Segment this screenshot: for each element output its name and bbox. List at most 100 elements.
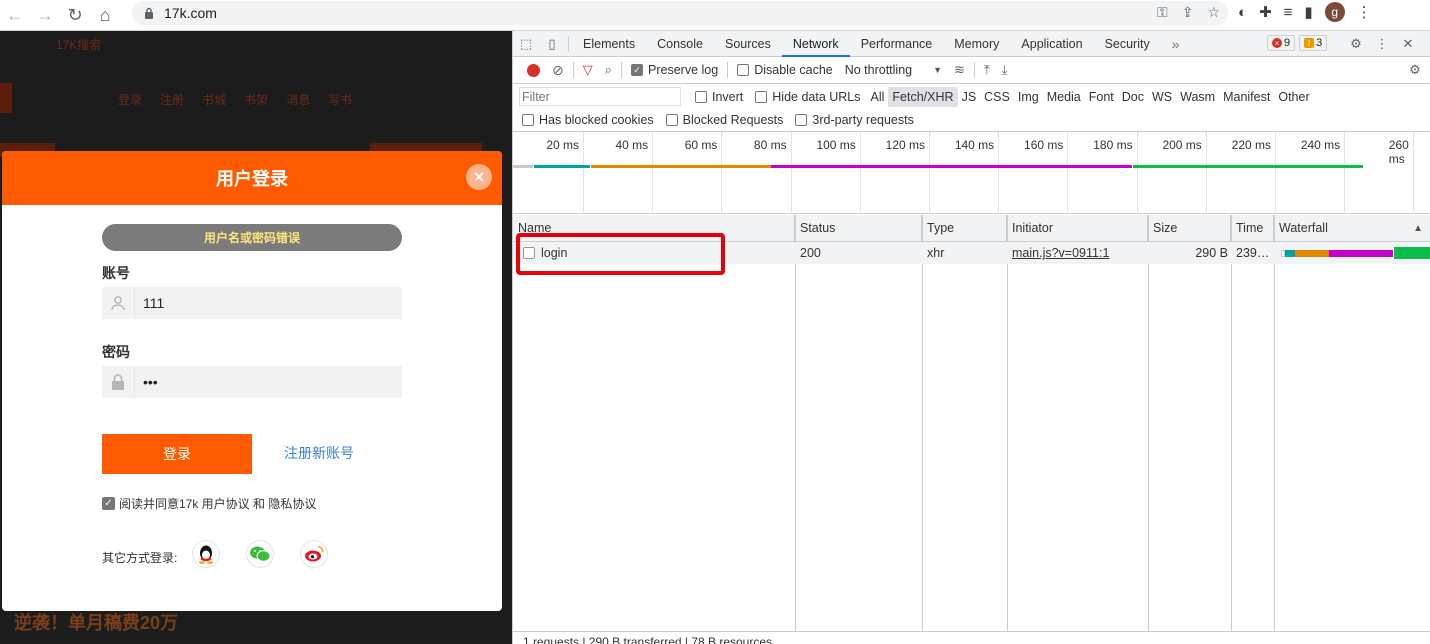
register-link[interactable]: 注册新账号 — [284, 443, 354, 463]
sort-arrow-icon: ▲ — [1413, 223, 1423, 234]
blocked-cookies-checkbox[interactable] — [522, 114, 534, 126]
request-time: 239… — [1236, 246, 1270, 260]
tab-elements[interactable]: Elements — [572, 31, 646, 57]
warning-icon: ! — [1304, 38, 1315, 48]
tab-performance[interactable]: Performance — [850, 31, 944, 57]
close-icon[interactable]: × — [466, 164, 492, 190]
timeline-gridline — [583, 132, 584, 214]
tab-console[interactable]: Console — [646, 31, 714, 57]
password-input[interactable]: ••• — [135, 374, 158, 390]
tab-memory[interactable]: Memory — [943, 31, 1010, 57]
timeline-gridline — [790, 132, 792, 214]
wechat-login-icon[interactable] — [246, 540, 274, 568]
blocked-requests-label: Blocked Requests — [682, 113, 784, 127]
type-filter-fetch-xhr[interactable]: Fetch/XHR — [888, 86, 958, 107]
settings-gear-icon[interactable]: ⚙ — [1343, 31, 1369, 57]
type-filter-other[interactable]: Other — [1274, 87, 1313, 107]
home-icon[interactable]: ⌂ — [90, 2, 120, 28]
share-icon[interactable]: ⇪ — [1182, 4, 1194, 21]
type-filter-font[interactable]: Font — [1085, 87, 1118, 107]
timeline-gridline — [1067, 132, 1069, 214]
type-filter-img[interactable]: Img — [1014, 87, 1043, 107]
side-panel-icon[interactable]: ▮ — [1304, 3, 1312, 21]
throttling-select[interactable]: No throttling ▼ — [839, 57, 948, 84]
invert-checkbox[interactable] — [695, 90, 707, 103]
throttling-value: No throttling — [844, 63, 913, 77]
record-button[interactable] — [521, 57, 546, 84]
hide-data-urls-checkbox[interactable] — [755, 90, 768, 103]
third-party-checkbox[interactable] — [795, 114, 808, 126]
reading-list-icon[interactable]: ≡ — [1284, 4, 1293, 21]
disable-cache-checkbox[interactable] — [737, 64, 750, 76]
avatar[interactable]: g — [1324, 2, 1345, 22]
filter-input[interactable]: Filter — [519, 87, 681, 106]
invert-toggle[interactable]: Invert — [689, 83, 749, 110]
type-filter-doc[interactable]: Doc — [1118, 87, 1148, 107]
blocked-requests-toggle[interactable]: Blocked Requests — [660, 107, 790, 134]
column-header-time[interactable]: Time — [1231, 215, 1274, 242]
qq-login-icon[interactable] — [192, 540, 220, 568]
preserve-log-toggle[interactable]: ✓ Preserve log — [625, 57, 724, 84]
timeline-tick-label: 220 ms — [1231, 138, 1271, 152]
timeline-overview[interactable]: 20 ms 40 ms 60 ms 80 ms 100 ms 120 ms 140 ms 16… — [513, 132, 1430, 214]
device-toolbar-icon[interactable]: ▯ — [539, 31, 565, 57]
export-har-button[interactable]: ⤓ — [996, 57, 1014, 84]
type-filter-all[interactable]: All — [867, 87, 889, 107]
address-bar[interactable]: 17k.com ⚿ ⇪ ☆ — [132, 1, 1228, 25]
tab-application[interactable]: Application — [1010, 31, 1093, 57]
devtools-tabbar: ⬚ ▯ Elements Console Sources Network Per… — [513, 31, 1430, 57]
blocked-requests-checkbox[interactable] — [665, 114, 678, 126]
more-tabs-button[interactable]: » — [1161, 31, 1191, 57]
tab-security[interactable]: Security — [1094, 31, 1161, 57]
weibo-login-icon[interactable] — [300, 540, 328, 568]
blocked-cookies-toggle[interactable]: Has blocked cookies — [522, 107, 660, 134]
extension-globe-icon[interactable]: ◐ — [1238, 4, 1247, 21]
bookmark-star-icon[interactable]: ☆ — [1207, 4, 1220, 21]
waterfall-request-segment — [1329, 250, 1393, 257]
type-filter-css[interactable]: CSS — [980, 87, 1014, 107]
agree-checkbox[interactable]: ✓ — [102, 497, 115, 510]
type-filter-ws[interactable]: WS — [1148, 87, 1176, 107]
filter-toggle-button[interactable]: ▽ — [577, 57, 599, 84]
filter-funnel-icon: ▽ — [582, 62, 593, 77]
account-input[interactable]: 111 — [135, 295, 164, 311]
import-har-button[interactable]: ⤒ — [978, 57, 996, 84]
devtools-menu-icon[interactable]: ⋮ — [1369, 31, 1395, 57]
column-header-size[interactable]: Size — [1148, 215, 1231, 242]
network-settings-gear-icon[interactable]: ⚙ — [1402, 57, 1428, 83]
third-party-toggle[interactable]: 3rd-party requests — [789, 107, 919, 134]
search-button[interactable]: ⌕ — [599, 57, 618, 84]
login-button[interactable]: 登录 — [102, 434, 252, 474]
forward-icon[interactable]: → — [30, 2, 60, 28]
tab-network[interactable]: Network — [781, 31, 850, 57]
clear-button[interactable]: ⊘ — [546, 57, 570, 84]
warning-count: 3 — [1316, 37, 1323, 49]
password-field[interactable]: ••• — [102, 366, 402, 398]
timeline-activity-bar — [591, 165, 771, 168]
account-field[interactable]: 111 — [102, 287, 402, 319]
disable-cache-toggle[interactable]: Disable cache — [731, 57, 839, 84]
key-icon[interactable]: ⚿ — [1157, 4, 1168, 21]
column-header-initiator[interactable]: Initiator — [1007, 215, 1148, 242]
tab-sources[interactable]: Sources — [714, 31, 782, 57]
column-header-status[interactable]: Status — [795, 215, 922, 242]
type-filter-js[interactable]: JS — [958, 87, 981, 107]
back-icon[interactable]: ← — [0, 2, 30, 28]
close-devtools-icon[interactable]: ✕ — [1395, 31, 1421, 57]
type-filter-manifest[interactable]: Manifest — [1219, 87, 1274, 107]
type-filter-media[interactable]: Media — [1043, 87, 1085, 107]
error-badge[interactable]: × 9 — [1267, 35, 1296, 51]
type-filter-wasm[interactable]: Wasm — [1176, 87, 1219, 107]
column-header-type[interactable]: Type — [922, 215, 1007, 242]
request-initiator-link[interactable]: main.js?v=0911:1 — [1007, 242, 1109, 264]
inspect-element-icon[interactable]: ⬚ — [513, 31, 539, 57]
reload-icon[interactable]: ↻ — [60, 2, 90, 28]
extensions-puzzle-icon[interactable]: ✚ — [1259, 3, 1272, 21]
menu-dots-icon[interactable]: ⋮ — [1357, 3, 1372, 21]
hide-data-urls-toggle[interactable]: Hide data URLs — [749, 83, 866, 110]
network-conditions-button[interactable]: ≋ — [948, 57, 971, 84]
column-header-waterfall[interactable]: Waterfall ▲ — [1274, 215, 1430, 242]
network-toolbar: ⊘ ▽ ⌕ ✓ Preserve log Disable cache No th… — [513, 57, 1430, 84]
preserve-log-checkbox[interactable]: ✓ — [631, 64, 644, 76]
warning-badge[interactable]: ! 3 — [1299, 35, 1328, 51]
